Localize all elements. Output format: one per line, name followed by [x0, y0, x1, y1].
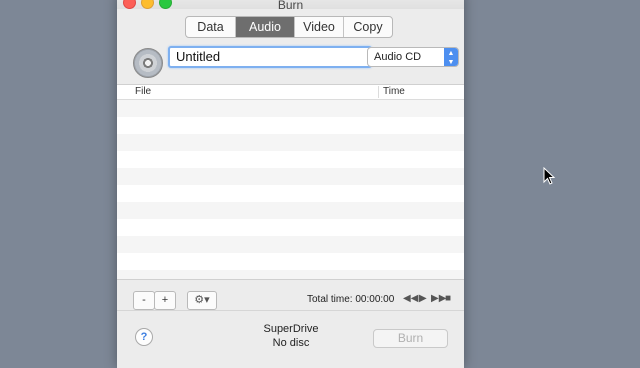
column-header-file[interactable]: File: [135, 86, 151, 97]
disc-status: No disc: [272, 337, 310, 349]
mouse-cursor-icon: [543, 167, 556, 185]
tab-copy[interactable]: Copy: [344, 17, 392, 37]
add-file-button[interactable]: +: [154, 291, 176, 310]
select-arrows-icon: ▲ ▼: [444, 48, 458, 66]
title-bar[interactable]: Burn: [117, 0, 464, 12]
stop-icon[interactable]: ■: [445, 293, 451, 304]
table-row: [117, 219, 464, 236]
window-title: Burn: [277, 0, 304, 12]
help-button[interactable]: ?: [135, 328, 153, 346]
action-menu-button[interactable]: ⚙▾: [187, 291, 217, 310]
total-time-label: Total time: 00:00:00: [307, 294, 395, 305]
remove-file-button[interactable]: -: [133, 291, 155, 310]
table-row: [117, 185, 464, 202]
column-divider: [378, 86, 379, 98]
table-row: [117, 168, 464, 185]
table-row: [117, 236, 464, 253]
bottom-toolbar: - + ⚙▾ Total time: 00:00:00 ◀◀ ▶ ▶▶ ■: [117, 279, 464, 310]
table-row: [117, 202, 464, 219]
play-icon[interactable]: ▶: [419, 293, 427, 304]
mode-tabs: Data Audio Video Copy: [185, 16, 393, 38]
disc-icon: [133, 48, 163, 78]
table-row: [117, 134, 464, 151]
disc-name-input[interactable]: Untitled: [168, 46, 372, 68]
drive-name: SuperDrive: [263, 323, 319, 335]
tab-data[interactable]: Data: [186, 17, 236, 37]
table-row: [117, 253, 464, 270]
table-row: [117, 100, 464, 117]
file-table[interactable]: File Time: [117, 84, 464, 287]
table-header: File Time: [117, 85, 464, 100]
disc-format-value: Audio CD: [374, 51, 422, 63]
burn-window: Burn Data Audio Video Copy Untitled Audi…: [117, 0, 464, 368]
tab-audio[interactable]: Audio: [236, 17, 295, 37]
column-header-time[interactable]: Time: [383, 86, 405, 97]
tab-video[interactable]: Video: [295, 17, 344, 37]
disc-format-select[interactable]: Audio CD ▲ ▼: [367, 47, 459, 67]
status-area: ? SuperDrive No disc Burn: [117, 310, 464, 368]
table-row: [117, 151, 464, 168]
burn-button[interactable]: Burn: [373, 329, 448, 348]
gear-icon: ⚙▾: [194, 294, 210, 306]
table-row: [117, 117, 464, 134]
rewind-icon[interactable]: ◀◀: [403, 293, 418, 304]
table-rows: [117, 100, 464, 287]
